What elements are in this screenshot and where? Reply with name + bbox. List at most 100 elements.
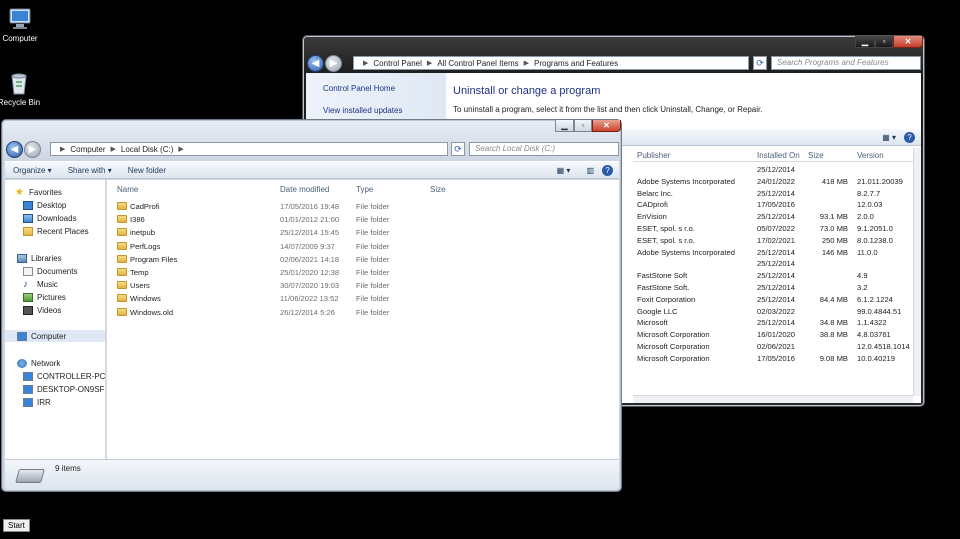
program-row[interactable]: ESET, spol. s r.o. 05/07/2022 73.0 MB 9.1.2…	[633, 223, 915, 235]
nav-videos[interactable]: Videos	[23, 304, 61, 316]
pc-icon	[23, 371, 33, 381]
file-row[interactable]: Temp 25/01/2020 12:38 File folder	[107, 266, 619, 279]
column-date-modified[interactable]: Date modified	[280, 185, 329, 194]
breadcrumb-item[interactable]: Local Disk (C:)	[121, 145, 173, 154]
refresh-button[interactable]: ⟳	[451, 142, 465, 156]
help-icon[interactable]: ?	[904, 131, 915, 143]
nav-network-pc[interactable]: DESKTOP-ON9SFHV	[23, 383, 105, 395]
back-button[interactable]: ◀	[307, 55, 324, 72]
nav-libraries[interactable]: Libraries	[17, 252, 62, 264]
libraries-icon	[17, 253, 27, 263]
program-size: 84.4 MB	[819, 294, 848, 304]
program-row[interactable]: Foxit Corporation 25/12/2014 84.4 MB 6.1.2.…	[633, 294, 915, 306]
nav-recent-places[interactable]: Recent Places	[23, 225, 89, 237]
program-installed-on: 16/01/2020	[757, 330, 796, 340]
program-row[interactable]: Belarc Inc. 25/12/2014 8.2.7.7	[633, 188, 915, 200]
nav-downloads[interactable]: Downloads	[23, 212, 77, 224]
program-row[interactable]: Adobe Systems Incorporated 25/12/2014 146 …	[633, 247, 915, 259]
view-options-icon[interactable]: ▦ ▾	[874, 133, 904, 142]
minimize-button[interactable]: ▁	[555, 120, 574, 132]
nav-network-pc[interactable]: CONTROLLER-PC	[23, 370, 105, 382]
program-row[interactable]: FastStone Soft 25/12/2014 4.9	[633, 270, 915, 282]
column-installed-on[interactable]: Installed On	[757, 151, 800, 160]
nav-network-pc[interactable]: IRR	[23, 396, 51, 408]
forward-button[interactable]: ▶	[24, 141, 41, 158]
address-bar[interactable]: ▶ Control Panel ▶ All Control Panel Item…	[353, 56, 749, 70]
file-row[interactable]: I386 01/01/2012 21:00 File folder	[107, 213, 619, 226]
share-with-button[interactable]: Share with ▾	[60, 166, 120, 175]
nav-computer[interactable]: Computer	[5, 330, 105, 342]
file-row[interactable]: PerfLogs 14/07/2009 9:37 File folder	[107, 240, 619, 253]
column-size[interactable]: Size	[808, 151, 824, 160]
search-input[interactable]: Search Local Disk (C:)	[469, 142, 619, 156]
horizontal-scrollbar[interactable]	[633, 395, 913, 403]
file-row[interactable]: CadProfi 17/05/2016 19:48 File folder	[107, 200, 619, 213]
nav-documents[interactable]: Documents	[23, 265, 77, 277]
file-row[interactable]: inetpub 25/12/2014 15:45 File folder	[107, 226, 619, 239]
nav-desktop[interactable]: Desktop	[23, 199, 66, 211]
breadcrumb-item[interactable]: Computer	[70, 145, 105, 154]
breadcrumb-item[interactable]: Control Panel	[373, 59, 421, 68]
nav-label: DESKTOP-ON9SFHV	[37, 384, 105, 394]
file-row[interactable]: Windows 11/06/2022 13:52 File folder	[107, 292, 619, 305]
new-folder-button[interactable]: New folder	[120, 166, 174, 175]
nav-music[interactable]: ♪ Music	[23, 278, 58, 290]
maximize-button[interactable]: ▫	[574, 120, 592, 132]
column-size[interactable]: Size	[430, 185, 446, 194]
help-icon[interactable]: ?	[602, 164, 613, 176]
control-panel-home-link[interactable]: Control Panel Home	[323, 84, 395, 93]
view-updates-link[interactable]: View installed updates	[323, 106, 402, 115]
program-publisher: ESET, spol. s r.o.	[637, 235, 695, 245]
taskbar: Start	[0, 515, 960, 539]
program-row[interactable]: Microsoft 25/12/2014 34.8 MB 1.1.4322	[633, 317, 915, 329]
program-row[interactable]: Microsoft Corporation 17/05/2016 9.08 MB 10…	[633, 353, 915, 365]
documents-icon	[23, 266, 33, 276]
file-row[interactable]: Windows.old 26/12/2014 5:26 File folder	[107, 306, 619, 319]
program-row[interactable]: 25/12/2014	[633, 164, 915, 176]
organize-button[interactable]: Organize ▾	[5, 166, 60, 175]
back-button[interactable]: ◀	[6, 141, 23, 158]
column-version[interactable]: Version	[857, 151, 884, 160]
forward-button[interactable]: ▶	[325, 55, 342, 72]
file-list-header: Name Date modified Type Size	[107, 182, 619, 196]
desktop-icon-recycle-bin[interactable]: Recycle Bin	[0, 70, 47, 107]
program-row[interactable]: 25/12/2014	[633, 258, 915, 270]
column-name[interactable]: Name	[117, 185, 138, 194]
program-row[interactable]: ESET, spol. s r.o. 17/02/2021 250 MB 8.0.12…	[633, 235, 915, 247]
program-row[interactable]: EnVision 25/12/2014 93.1 MB 2.0.0	[633, 211, 915, 223]
column-type[interactable]: Type	[356, 185, 373, 194]
breadcrumb-item[interactable]: Programs and Features	[534, 59, 618, 68]
program-row[interactable]: CADprofi 17/05/2016 12.0.03	[633, 199, 915, 211]
file-row[interactable]: Users 30/07/2020 19:03 File folder	[107, 279, 619, 292]
nav-network[interactable]: Network	[17, 357, 60, 369]
file-name: Program Files	[130, 254, 178, 264]
column-publisher[interactable]: Publisher	[637, 151, 670, 160]
program-publisher: FastStone Soft	[637, 271, 688, 281]
program-row[interactable]: Adobe Systems Incorporated 24/01/2022 418 …	[633, 176, 915, 188]
file-row[interactable]: Program Files 02/06/2021 14:18 File folder	[107, 253, 619, 266]
vertical-scrollbar[interactable]	[913, 148, 921, 396]
program-row[interactable]: Microsoft Corporation 02/06/2021 12.0.4518…	[633, 341, 915, 353]
nav-pictures[interactable]: Pictures	[23, 291, 66, 303]
nav-label: CONTROLLER-PC	[37, 371, 105, 381]
address-bar[interactable]: ▶ Computer ▶ Local Disk (C:) ▶	[50, 142, 448, 156]
file-type: File folder	[356, 281, 390, 291]
program-row[interactable]: Microsoft Corporation 16/01/2020 38.8 MB 4.…	[633, 329, 915, 341]
maximize-button[interactable]: ▫	[875, 36, 893, 48]
close-button[interactable]: ✕	[592, 120, 621, 132]
program-version: 12.0.03	[857, 200, 883, 210]
desktop-icon-computer[interactable]: Computer	[0, 6, 48, 43]
program-installed-on: 25/12/2014	[757, 294, 796, 304]
view-options-icon[interactable]: ▦ ▾	[549, 166, 579, 175]
start-button[interactable]: Start	[3, 519, 30, 532]
refresh-button[interactable]: ⟳	[753, 56, 767, 70]
minimize-button[interactable]: ▁	[855, 36, 875, 48]
preview-pane-icon[interactable]: ▥	[578, 166, 602, 175]
nav-favorites[interactable]: ★ Favorites	[15, 186, 62, 198]
program-row[interactable]: FastStone Soft. 25/12/2014 3.2	[633, 282, 915, 294]
program-row[interactable]: Google LLC 02/03/2022 99.0.4844.51	[633, 306, 915, 318]
search-input[interactable]: Search Programs and Features	[771, 56, 921, 70]
program-installed-on: 02/03/2022	[757, 306, 796, 316]
close-button[interactable]: ✕	[893, 36, 923, 48]
breadcrumb-item[interactable]: All Control Panel Items	[437, 59, 518, 68]
